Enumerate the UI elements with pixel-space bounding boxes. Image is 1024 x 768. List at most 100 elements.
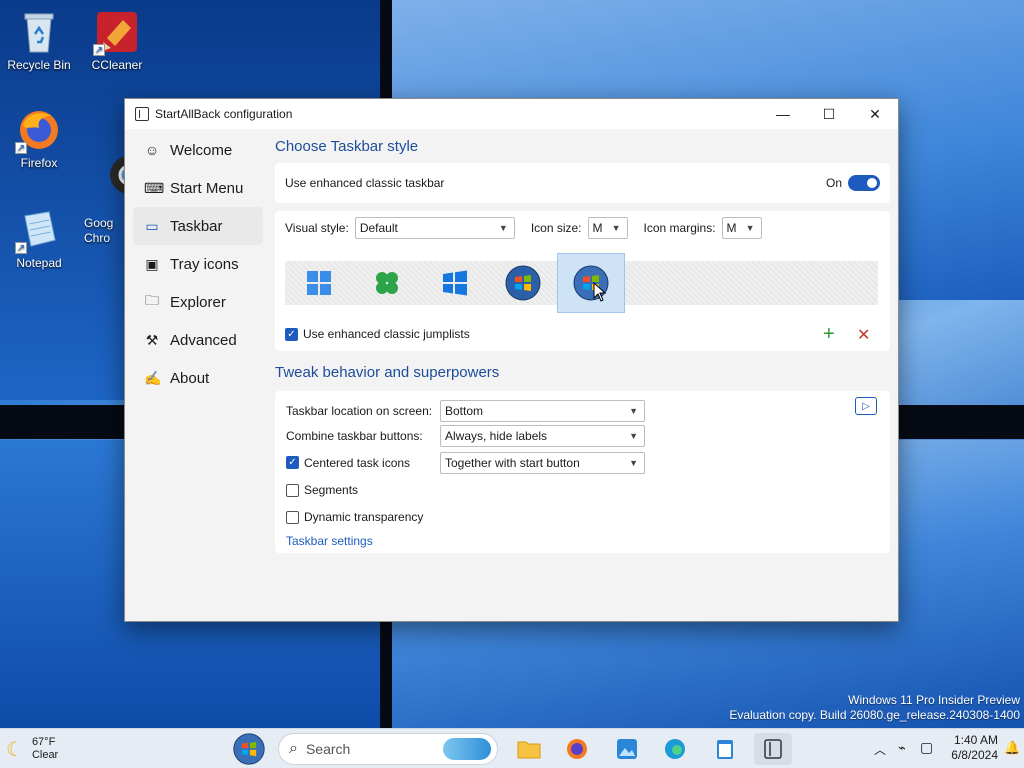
firefox-icon (567, 739, 587, 759)
tray-icon: ▣ (145, 255, 159, 272)
sidebar-item-label: Start Menu (170, 179, 244, 197)
combine-select[interactable]: Always, hide labels ▼ (440, 424, 645, 447)
desktop-icon-firefox[interactable]: ↗ Firefox (1, 106, 77, 170)
toggle-state-label: On (825, 176, 842, 190)
desktop-icon-label: CCleaner (91, 58, 143, 72)
sidebar-item-explorer[interactable]: 🗀 Explorer (133, 283, 263, 321)
sidebar-item-about[interactable]: ✍ About (133, 359, 263, 397)
close-button[interactable]: ✕ (852, 99, 898, 129)
style-option-clover[interactable] (353, 253, 421, 313)
taskbar-settings-link[interactable]: Taskbar settings (286, 534, 373, 548)
desktop-icon-recycle-bin[interactable]: Recycle Bin (1, 8, 77, 72)
weather-widget[interactable]: ☾ 67°F Clear (6, 733, 76, 765)
visual-style-select[interactable]: Default ▼ (354, 217, 515, 239)
jumplists-row: ✓ Use enhanced classic jumplists (285, 327, 470, 341)
add-icon[interactable]: + (823, 323, 835, 346)
location-select[interactable]: Bottom ▼ (440, 399, 645, 422)
startallback-window: StartAllBack configuration — ☐ ✕ ☺ Welco… (124, 98, 899, 622)
photos-icon (617, 739, 637, 759)
centered-select[interactable]: Together with start button ▼ (440, 451, 645, 474)
combine-value: Always, hide labels (445, 428, 548, 443)
sidebar-item-advanced[interactable]: ⚒ Advanced (133, 321, 263, 359)
search-placeholder: Search (305, 741, 351, 757)
icon-size-select[interactable]: M ▼ (587, 217, 628, 239)
chevron-down-icon: ▼ (629, 430, 638, 441)
edge-icon (665, 739, 685, 759)
centered-checkbox[interactable]: ✓ (286, 456, 299, 469)
video-help-icon[interactable]: ▷ (855, 397, 877, 415)
taskbar-firefox[interactable] (560, 733, 594, 765)
sidebar-item-label: Explorer (170, 293, 226, 311)
desktop-icon-label: Recycle Bin (7, 58, 71, 72)
maximize-button[interactable]: ☐ (806, 99, 852, 129)
taskbar-startallback[interactable] (754, 733, 792, 765)
dynamic-transparency-checkbox[interactable] (286, 510, 299, 524)
desktop-icon-ccleaner[interactable]: ↗ CCleaner (79, 8, 155, 72)
icon-margins-value: M (726, 221, 737, 235)
style-option-windows-11[interactable] (285, 253, 353, 313)
jumplists-label: Use enhanced classic jumplists (303, 327, 470, 341)
notification-bell-icon[interactable]: 🔔 (1004, 740, 1020, 756)
taskbar-icon: ▭ (145, 217, 159, 234)
remove-icon[interactable]: ✕ (857, 325, 870, 345)
watermark-line-2: Evaluation copy. Build 26080.ge_release.… (729, 708, 1020, 722)
clock-date: 6/8/2024 (951, 748, 998, 762)
taskbar-photos[interactable] (610, 733, 644, 765)
sidebar-nav: ☺ Welcome ⌨ Start Menu ▭ Taskbar ▣ Tray … (133, 131, 263, 397)
desktop-icon-label: Firefox (20, 156, 58, 170)
sidebar-item-start-menu[interactable]: ⌨ Start Menu (133, 169, 263, 207)
mouse-cursor-icon (593, 282, 607, 302)
icon-margins-label: Icon margins: (643, 221, 716, 235)
taskbar-search-box[interactable]: ⌕ Search (278, 733, 498, 765)
app-icon (135, 107, 149, 121)
chevron-down-icon: ▼ (629, 405, 638, 416)
search-highlight-icon (443, 738, 491, 760)
taskbar-edge[interactable] (658, 733, 692, 765)
smile-icon: ☺ (144, 142, 160, 158)
taskbar-file-explorer[interactable] (512, 733, 546, 765)
enhanced-taskbar-toggle[interactable] (848, 175, 880, 191)
dynamic-transparency-row: Dynamic transparency (286, 504, 686, 530)
windows-7-orb-icon (505, 265, 541, 301)
clock-time: 1:40 AM (953, 733, 998, 747)
sidebar-item-taskbar[interactable]: ▭ Taskbar (133, 207, 263, 245)
minimize-button[interactable]: — (760, 99, 806, 129)
desktop-icon-label: Notepad (16, 256, 62, 270)
weather-temp: 67°F (31, 736, 56, 748)
style-option-windows-7[interactable] (489, 253, 557, 313)
weather-desc: Clear (31, 749, 59, 761)
jumplists-checkbox[interactable]: ✓ (285, 327, 298, 341)
dynamic-transparency-label: Dynamic transparency (304, 510, 424, 524)
search-icon: ⌕ (289, 740, 298, 757)
taskbar: ☾ 67°F Clear ⌕ Search ︿ ⌁ ▢ 1:40 AM 6/8/… (0, 728, 1024, 768)
combine-label: Combine taskbar buttons: (286, 428, 423, 443)
visual-style-value: Default (359, 221, 398, 235)
icon-margins-select[interactable]: M ▼ (721, 217, 762, 239)
chevron-down-icon: ▼ (629, 457, 638, 468)
start-button[interactable] (230, 733, 268, 765)
firefox-icon: ↗ (15, 106, 63, 154)
style-option-windows-10[interactable] (421, 253, 489, 313)
network-icon[interactable]: ⌁ (898, 740, 906, 756)
desktop-icon-google-chrome[interactable]: Goog Chro (84, 106, 124, 261)
behavior-grid: Taskbar location on screen: Bottom ▼ Com… (286, 399, 686, 552)
sidebar-item-welcome[interactable]: ☺ Welcome (133, 131, 263, 169)
taskbar-notepad[interactable] (708, 733, 742, 765)
notepad-icon: ↗ (15, 206, 63, 254)
segments-label: Segments (304, 483, 359, 497)
desktop-icon-notepad[interactable]: ↗ Notepad (1, 206, 77, 270)
chevron-up-icon[interactable]: ︿ (874, 741, 886, 758)
sidebar-item-tray-icons[interactable]: ▣ Tray icons (133, 245, 263, 283)
windows-11-icon (307, 271, 331, 295)
segments-checkbox[interactable] (286, 483, 299, 497)
centered-value: Together with start button (445, 455, 580, 470)
clover-icon (376, 272, 398, 294)
shortcut-arrow-icon: ↗ (15, 242, 27, 254)
style-option-windows-vista[interactable] (557, 253, 625, 313)
chrome-icon (92, 136, 124, 194)
display-icon[interactable]: ▢ (920, 739, 933, 756)
keyboard-icon: ⌨ (144, 179, 165, 196)
clock[interactable]: 1:40 AM 6/8/2024 (938, 733, 998, 763)
title-bar[interactable]: StartAllBack configuration — ☐ ✕ (125, 99, 898, 129)
windows-10-icon (443, 270, 467, 296)
